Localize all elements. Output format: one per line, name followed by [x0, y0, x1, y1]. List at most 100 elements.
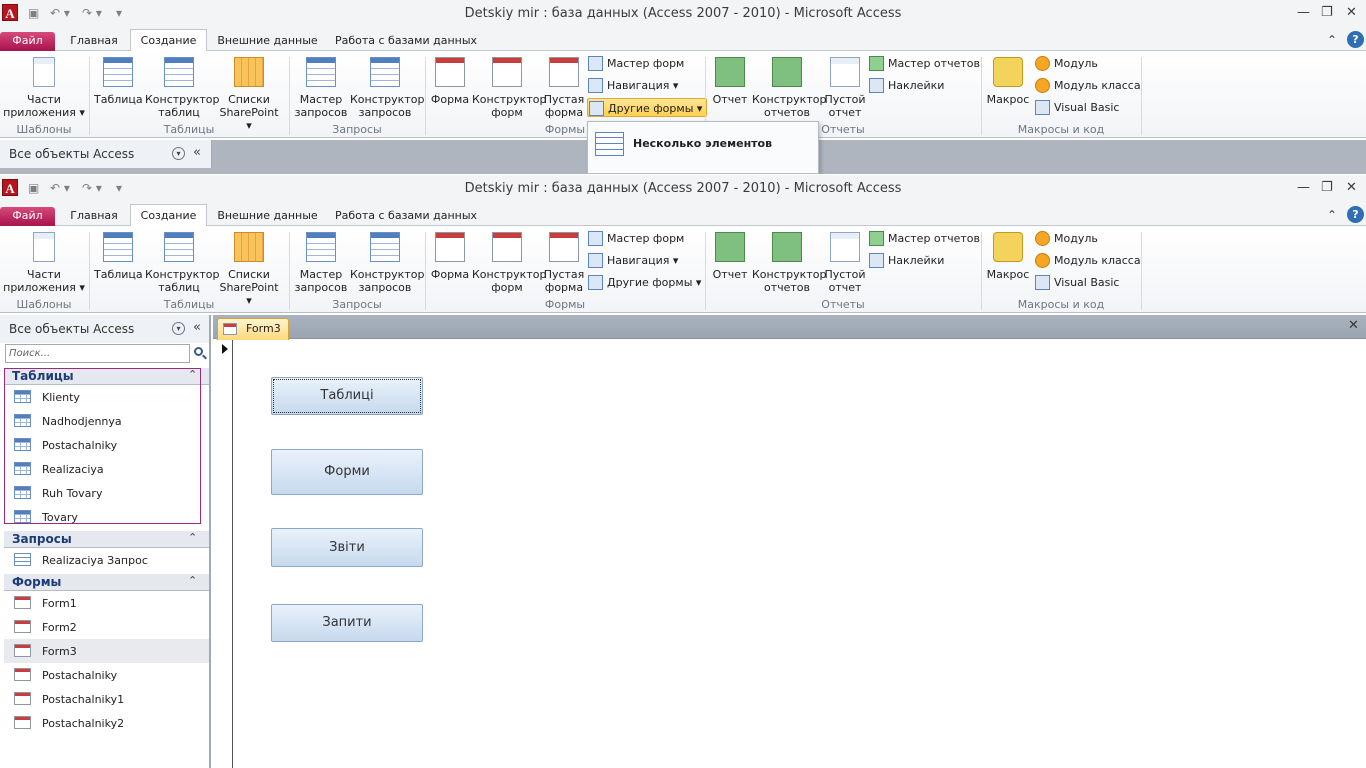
navigation-button[interactable]: Навигация ▾ — [587, 76, 678, 95]
tables-nav-button[interactable]: Таблиці — [271, 377, 423, 415]
sharepoint-lists-button[interactable]: Списки SharePoint ▾ — [215, 232, 283, 307]
blank-report-button[interactable]: Пустой отчет — [824, 232, 866, 294]
list-item[interactable]: Klienty — [4, 385, 209, 409]
list-item[interactable]: Ruh Tovary — [4, 481, 209, 505]
doc-tab-form3[interactable]: Form3 — [217, 318, 289, 340]
query-wizard-button[interactable]: Мастер запросов — [292, 57, 350, 119]
nav-pane-menu-icon[interactable]: ▾ — [172, 147, 185, 160]
table-button[interactable]: Таблица — [94, 232, 143, 281]
macro-button[interactable]: Макрос — [986, 57, 1030, 106]
list-item[interactable]: Form3 — [4, 639, 209, 663]
visual-basic-button[interactable]: Visual Basic — [1034, 273, 1119, 292]
form-button[interactable]: Форма — [430, 232, 470, 281]
tab-create[interactable]: Создание — [130, 204, 207, 227]
group-label-queries: Запросы — [332, 123, 382, 136]
restore-button[interactable]: ❐ — [1321, 4, 1333, 22]
list-item[interactable]: Realizaciya — [4, 457, 209, 481]
tab-external-data[interactable]: Внешние данные — [214, 207, 321, 226]
table-button[interactable]: Таблица — [94, 57, 143, 106]
module-button[interactable]: Модуль — [1034, 229, 1098, 248]
list-item[interactable]: Form1 — [4, 591, 209, 615]
help-icon[interactable]: ? — [1347, 31, 1364, 48]
collapse-group-icon[interactable]: ⌃ — [188, 531, 197, 544]
nav-pane-collapse-icon[interactable]: « — [193, 145, 201, 160]
collapse-group-icon[interactable]: ⌃ — [188, 368, 197, 381]
form-button[interactable]: Форма — [430, 57, 470, 106]
report-wizard-button[interactable]: Мастер отчетов — [868, 54, 980, 73]
report-button[interactable]: Отчет — [710, 232, 750, 281]
query-design-button[interactable]: Конструктор запросов — [350, 57, 424, 119]
more-forms-button[interactable]: Другие формы ▾ — [587, 273, 701, 292]
form-design-button[interactable]: Конструктор форм — [472, 57, 546, 119]
query-design-button[interactable]: Конструктор запросов — [350, 232, 424, 294]
form-wizard-button[interactable]: Мастер форм — [587, 54, 684, 73]
module-button[interactable]: Модуль — [1034, 54, 1098, 73]
list-item[interactable]: Realizaciya Запрос — [4, 548, 209, 572]
search-icon[interactable] — [192, 344, 208, 363]
close-button[interactable]: ✕ — [1346, 4, 1357, 22]
minimize-ribbon-icon[interactable]: ⌃ — [1327, 31, 1337, 49]
report-button[interactable]: Отчет — [710, 57, 750, 106]
nav-search-input[interactable]: Поиск... — [5, 344, 190, 363]
close-document-icon[interactable]: ✕ — [1348, 318, 1359, 333]
navigation-icon — [588, 253, 603, 268]
list-item[interactable]: Postachalniky2 — [4, 711, 209, 735]
help-icon[interactable]: ? — [1347, 206, 1364, 223]
list-item[interactable]: Postachalniky1 — [4, 687, 209, 711]
queries-nav-button[interactable]: Запити — [271, 604, 423, 642]
list-item[interactable]: Tovary — [4, 505, 209, 529]
group-header-queries[interactable]: Запросы ⌃ — [4, 531, 209, 548]
class-module-button[interactable]: Модуль класса — [1034, 76, 1141, 95]
class-module-button[interactable]: Модуль класса — [1034, 251, 1141, 270]
forms-nav-button[interactable]: Форми — [271, 449, 423, 495]
list-item[interactable]: Postachalniky — [4, 663, 209, 687]
reports-nav-button[interactable]: Звіти — [271, 528, 423, 567]
more-forms-button[interactable]: Другие формы ▾ — [587, 98, 708, 117]
minimize-button[interactable]: — — [1297, 4, 1310, 22]
group-header-tables[interactable]: Таблицы ⌃ — [4, 368, 209, 385]
application-parts-button[interactable]: Части приложения ▾ — [2, 232, 86, 294]
group-header-forms[interactable]: Формы ⌃ — [4, 574, 209, 591]
form-icon — [14, 668, 31, 681]
application-parts-button[interactable]: Части приложения ▾ — [2, 57, 86, 119]
report-design-button[interactable]: Конструктор отчетов — [752, 57, 826, 119]
query-wizard-button[interactable]: Мастер запросов — [292, 232, 350, 294]
nav-pane-menu-icon[interactable]: ▾ — [172, 322, 185, 335]
record-selector[interactable] — [213, 340, 233, 768]
table-design-button[interactable]: Конструктор таблиц — [145, 57, 219, 119]
sharepoint-lists-button[interactable]: Списки SharePoint ▾ — [215, 57, 283, 132]
report-wizard-button[interactable]: Мастер отчетов — [868, 229, 980, 248]
blank-form-button[interactable]: Пустая форма — [543, 232, 585, 294]
minimize-button[interactable]: — — [1297, 179, 1310, 197]
tab-create[interactable]: Создание — [130, 29, 207, 52]
multiple-items-menu-item[interactable]: Несколько элементов — [588, 128, 818, 160]
tab-file[interactable]: Файл — [0, 32, 55, 51]
navigation-button[interactable]: Навигация ▾ — [587, 251, 678, 270]
nav-pane-collapse-icon[interactable]: « — [193, 320, 201, 335]
macro-button[interactable]: Макрос — [986, 232, 1030, 281]
labels-button[interactable]: Наклейки — [868, 76, 944, 95]
labels-button[interactable]: Наклейки — [868, 251, 944, 270]
list-item[interactable]: Form2 — [4, 615, 209, 639]
tab-home[interactable]: Главная — [64, 32, 124, 51]
blank-report-button[interactable]: Пустой отчет — [824, 57, 866, 119]
tab-external-data[interactable]: Внешние данные — [214, 32, 321, 51]
tab-home[interactable]: Главная — [64, 207, 124, 226]
collapse-group-icon[interactable]: ⌃ — [188, 574, 197, 587]
tab-database-tools[interactable]: Работа с базами данных — [333, 32, 479, 51]
blank-form-button[interactable]: Пустая форма — [543, 57, 585, 119]
report-design-button[interactable]: Конструктор отчетов — [752, 232, 826, 294]
form-design-button[interactable]: Конструктор форм — [472, 232, 546, 294]
list-item[interactable]: Nadhodjennya — [4, 409, 209, 433]
tab-database-tools[interactable]: Работа с базами данных — [333, 207, 479, 226]
list-item[interactable]: Postachalniky — [4, 433, 209, 457]
tab-file[interactable]: Файл — [0, 207, 55, 226]
table-design-button[interactable]: Конструктор таблиц — [145, 232, 219, 294]
title-bar: A ▣ ↶ ▾ ↷ ▾ ▾ Detskiy mir : база данных … — [0, 0, 1366, 28]
visual-basic-button[interactable]: Visual Basic — [1034, 98, 1119, 117]
close-button[interactable]: ✕ — [1346, 179, 1357, 197]
minimize-ribbon-icon[interactable]: ⌃ — [1327, 206, 1337, 224]
restore-button[interactable]: ❐ — [1321, 179, 1333, 197]
form-wizard-button[interactable]: Мастер форм — [587, 229, 684, 248]
query-wizard-icon — [306, 57, 336, 87]
